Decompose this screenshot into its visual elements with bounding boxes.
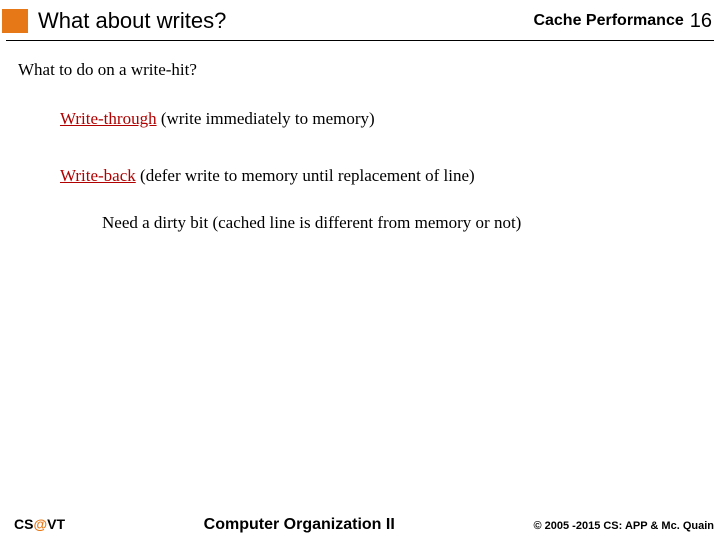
footer-org-at: @: [33, 516, 47, 532]
footer-org: CS@VT: [14, 516, 65, 532]
footer-copyright: © 2005 -2015 CS: APP & Mc. Quain: [533, 520, 714, 532]
slide-header: What about writes? Cache Performance 16: [0, 0, 720, 38]
footer-org-suffix: VT: [47, 516, 65, 532]
topic-label: Cache Performance: [533, 12, 683, 30]
page-number: 16: [690, 10, 712, 33]
desc-write-through: (write immediately to memory): [157, 109, 375, 128]
term-write-through: Write-through: [60, 109, 157, 128]
footer-course-title: Computer Organization II: [65, 516, 533, 534]
slide: What about writes? Cache Performance 16 …: [0, 0, 720, 540]
footer-org-prefix: CS: [14, 516, 33, 532]
question-text: What to do on a write-hit?: [18, 59, 702, 82]
slide-title: What about writes?: [38, 8, 533, 34]
subpoint-dirty-bit: Need a dirty bit (cached line is differe…: [102, 212, 702, 235]
term-write-back: Write-back: [60, 166, 136, 185]
desc-write-back: (defer write to memory until replacement…: [136, 166, 475, 185]
option-write-back: Write-back (defer write to memory until …: [60, 165, 702, 188]
option-write-through: Write-through (write immediately to memo…: [60, 108, 702, 131]
accent-square: [2, 9, 28, 33]
slide-body: What to do on a write-hit? Write-through…: [0, 41, 720, 235]
slide-footer: CS@VT Computer Organization II © 2005 -2…: [0, 516, 720, 534]
